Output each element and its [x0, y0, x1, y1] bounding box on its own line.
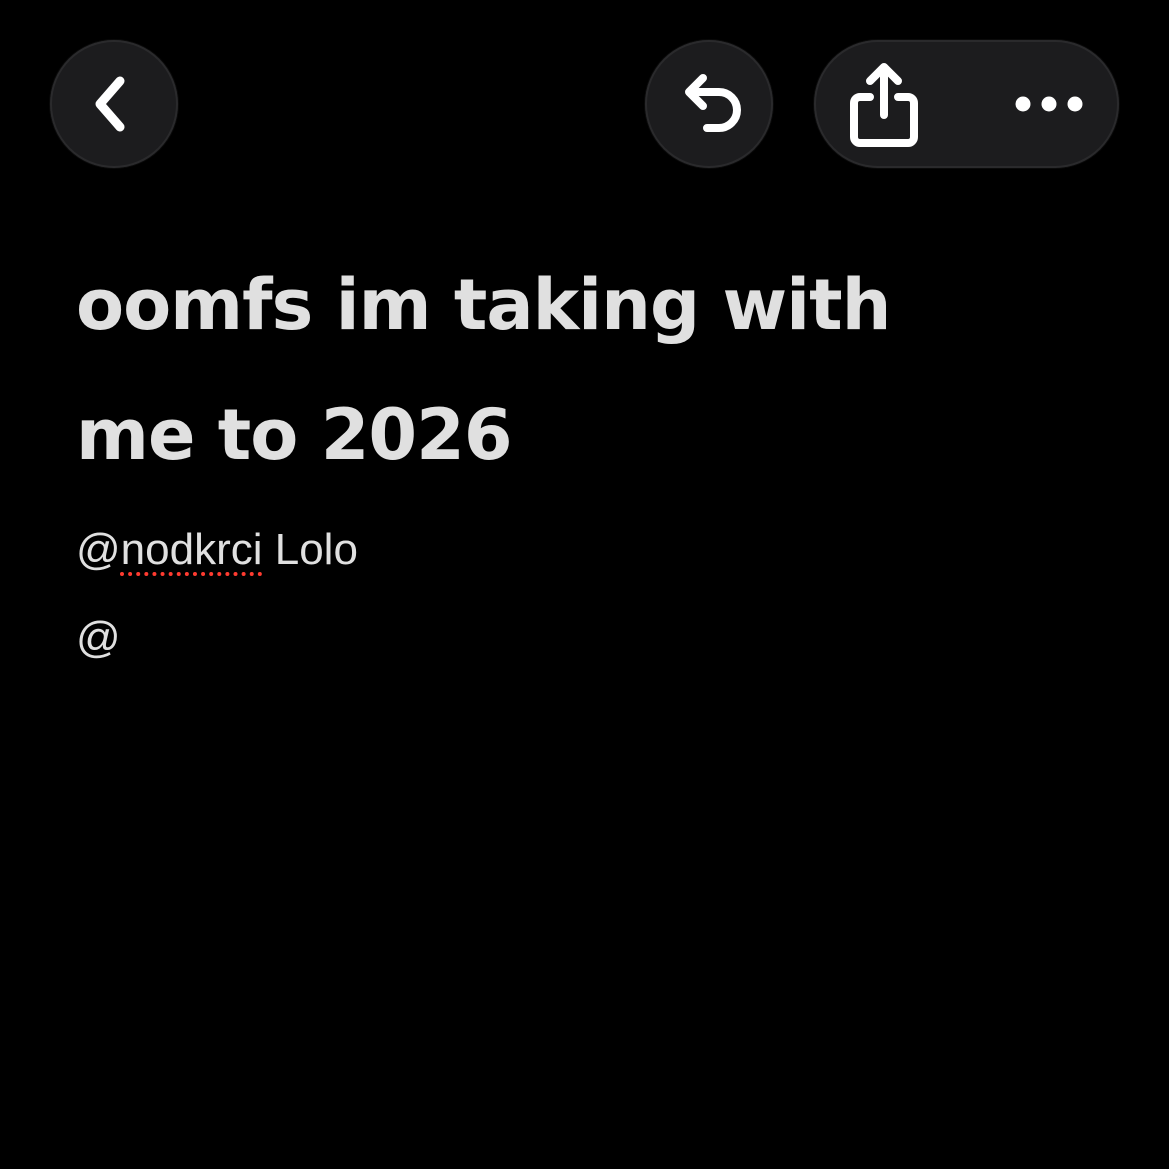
mention-name: Lolo — [262, 525, 358, 574]
misspelled-mention[interactable]: nodkrci — [121, 525, 263, 574]
actions-pill — [814, 40, 1119, 168]
note-toolbar — [0, 0, 1169, 200]
more-button[interactable] — [989, 40, 1109, 168]
undo-arrow-icon — [685, 74, 741, 132]
note-line-at[interactable]: @ — [76, 594, 1116, 682]
ellipsis-icon — [1015, 96, 1083, 112]
at-symbol: @ — [76, 525, 121, 574]
undo-button[interactable] — [645, 40, 773, 168]
share-button[interactable] — [834, 40, 934, 168]
share-icon — [850, 63, 918, 147]
note-title[interactable]: oomfs im taking with me to 2026 — [76, 240, 996, 500]
note-line-mention[interactable]: @nodkrci Lolo — [76, 506, 1116, 594]
back-button[interactable] — [50, 40, 178, 168]
note-body[interactable]: oomfs im taking with me to 2026 @nodkrci… — [76, 240, 1116, 682]
chevron-left-icon — [95, 76, 125, 132]
